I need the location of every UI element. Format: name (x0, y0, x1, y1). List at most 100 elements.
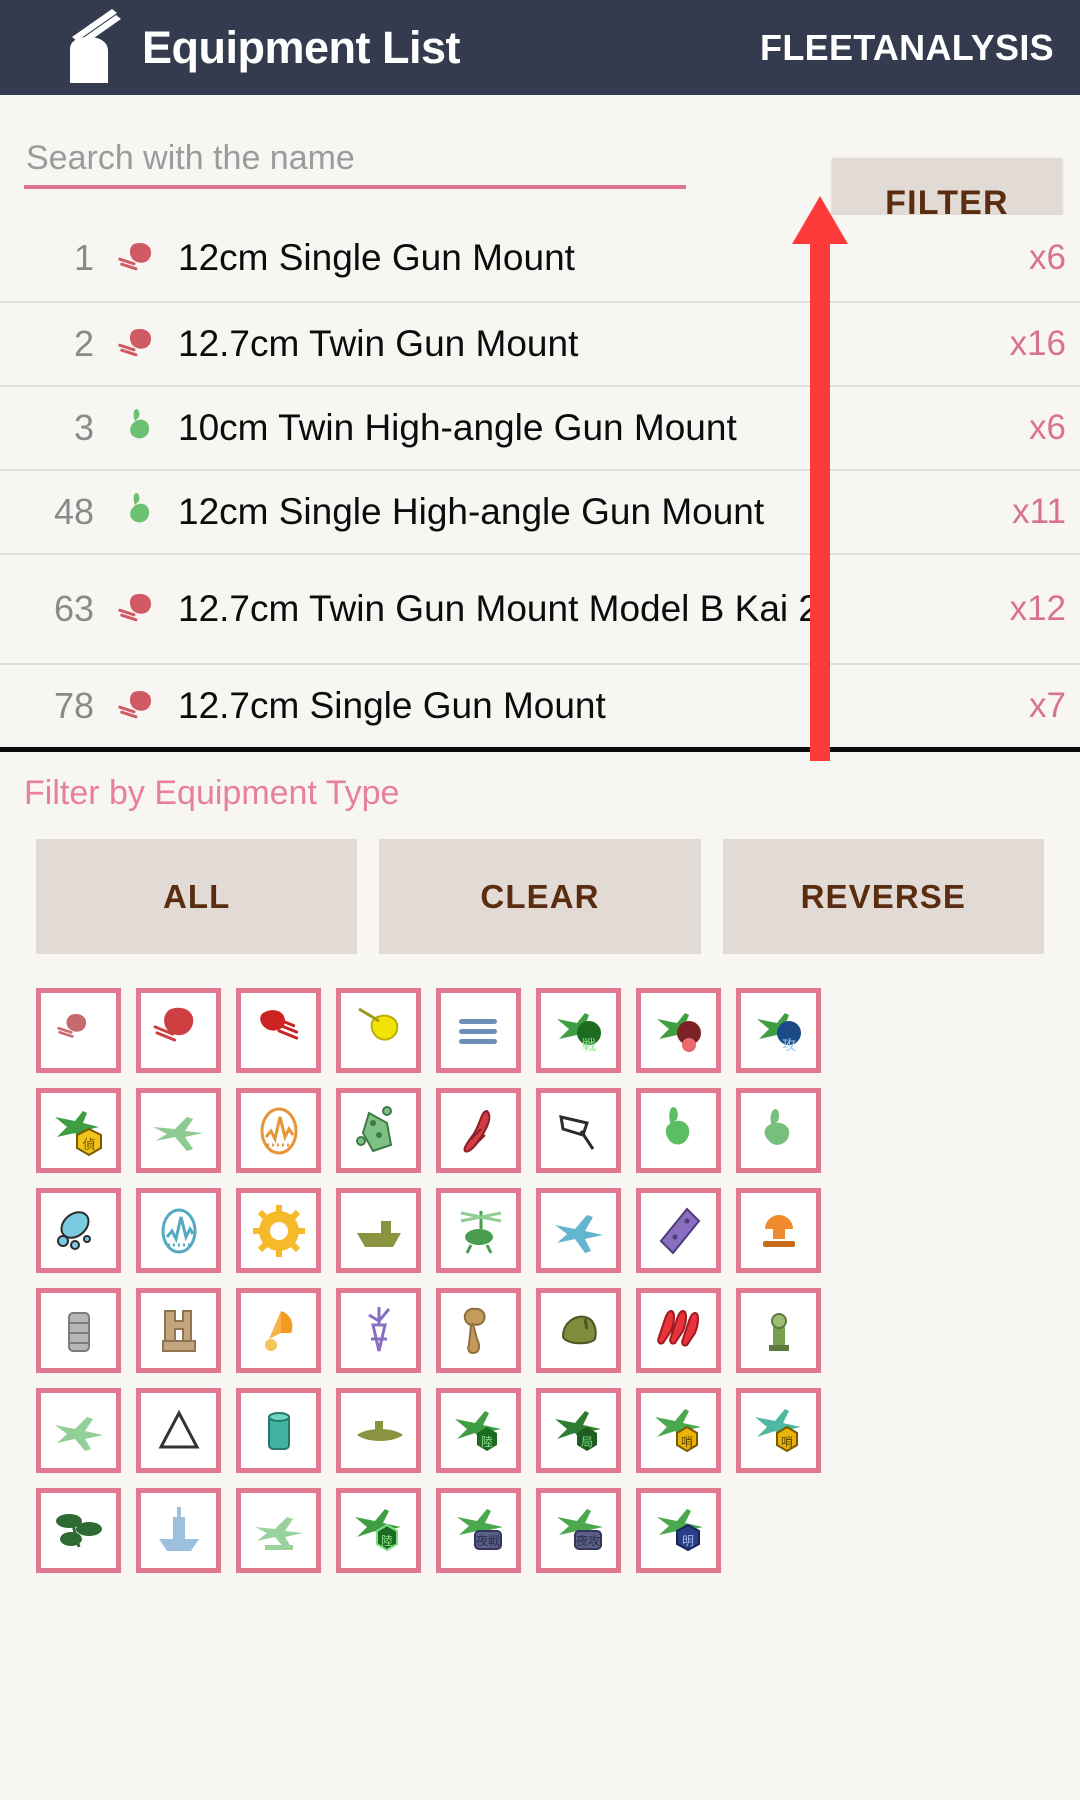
equipment-type-cell[interactable] (636, 1188, 721, 1273)
green-carrier-plane-badge-icon: 陸 (447, 1399, 511, 1463)
blue-carrier-torpedo-bomber-icon: 攻 (747, 999, 811, 1063)
red-small-gun-mount-icon (110, 324, 166, 364)
row-id: 48 (53, 491, 94, 532)
green-high-angle-gun-icon (110, 491, 166, 533)
equipment-list: 1 12cm Single Gun Mount x6 2 12.7cm Twin… (0, 215, 1080, 752)
olive-helmet-icon (547, 1299, 611, 1363)
equipment-type-cell[interactable]: 攻 (736, 988, 821, 1073)
equipment-type-cell[interactable]: 陸 (336, 1488, 421, 1573)
equipment-type-cell[interactable]: 局 (536, 1388, 621, 1473)
svg-text:夜攻: 夜攻 (575, 1533, 599, 1548)
orange-searchlight-icon (747, 1199, 811, 1263)
equipment-type-cell[interactable] (36, 1488, 121, 1573)
equipment-type-cell[interactable] (136, 988, 221, 1073)
equipment-type-cell[interactable] (636, 988, 721, 1073)
equipment-type-cell[interactable] (536, 1188, 621, 1273)
equipment-type-cell[interactable]: 哨 (736, 1388, 821, 1473)
table-row[interactable]: 3 10cm Twin High-angle Gun Mount x6 (0, 385, 1080, 469)
equipment-type-cell[interactable] (736, 1088, 821, 1173)
white-ration-icon (147, 1399, 211, 1463)
equipment-type-cell[interactable] (436, 1288, 521, 1373)
equipment-type-cell[interactable] (336, 1288, 421, 1373)
green-depth-charge-icon (347, 1099, 411, 1163)
table-row[interactable]: 2 12.7cm Twin Gun Mount x16 (0, 301, 1080, 385)
equipment-type-cell[interactable] (136, 1188, 221, 1273)
equipment-type-cell[interactable] (736, 1188, 821, 1273)
red-small-gun-mount-icon (110, 589, 166, 629)
olive-submarine-icon (347, 1399, 411, 1463)
select-all-types-button[interactable]: ALL (36, 839, 358, 954)
row-name: 12.7cm Twin Gun Mount Model B Kai 2 (178, 588, 819, 630)
green-high-angle-gun-dark-icon (747, 1099, 811, 1163)
equipment-type-cell[interactable] (136, 1288, 221, 1373)
equipment-type-cell[interactable] (236, 1288, 321, 1373)
svg-text:戦: 戦 (582, 1038, 596, 1054)
red-small-gun-mount-icon (110, 238, 166, 278)
svg-text:局: 局 (580, 1435, 592, 1449)
row-id: 1 (73, 237, 94, 278)
app-root: Equipment List FLEETANALYSIS FILTER 1 12… (0, 0, 1080, 1800)
equipment-type-cell[interactable]: 戦 (536, 988, 621, 1073)
blue-ammo-stack-icon (447, 999, 511, 1063)
cyan-radar-icon (147, 1199, 211, 1263)
equipment-type-cell[interactable] (36, 1388, 121, 1473)
row-count: x6 (1029, 238, 1066, 277)
green-high-angle-gun-icon (647, 1099, 711, 1163)
row-count: x11 (1012, 492, 1066, 531)
equipment-type-cell[interactable] (36, 988, 121, 1073)
equipment-type-cell[interactable]: 夜戦 (436, 1488, 521, 1573)
pale-green-float-plane-icon (247, 1499, 311, 1563)
dark-green-shrub-icon (47, 1499, 111, 1563)
clear-types-button[interactable]: CLEAR (379, 839, 701, 954)
search-input[interactable] (24, 131, 686, 189)
reverse-types-button[interactable]: REVERSE (722, 839, 1044, 954)
teal-carrier-plane-yellow-badge-icon: 哨 (747, 1399, 811, 1463)
purple-antenna-icon (347, 1299, 411, 1363)
red-carrier-dive-bomber-icon (647, 999, 711, 1063)
equipment-type-cell[interactable] (436, 988, 521, 1073)
equipment-type-cell[interactable] (336, 1388, 421, 1473)
table-row[interactable]: 78 12.7cm Single Gun Mount x7 (0, 663, 1080, 747)
svg-text:陸: 陸 (480, 1435, 492, 1449)
equipment-type-cell[interactable] (336, 988, 421, 1073)
white-anti-air-gun-icon (547, 1099, 611, 1163)
row-count: x7 (1029, 686, 1066, 725)
table-row[interactable]: 1 12cm Single Gun Mount x6 (0, 215, 1080, 301)
table-row[interactable]: 48 12cm Single High-angle Gun Mount x11 (0, 469, 1080, 553)
equipment-type-cell[interactable] (736, 1288, 821, 1373)
equipment-type-cell[interactable] (236, 1188, 321, 1273)
equipment-type-cell[interactable] (636, 1088, 721, 1173)
equipment-type-cell[interactable] (136, 1488, 221, 1573)
equipment-type-cell[interactable] (436, 1188, 521, 1273)
equipment-type-cell[interactable] (336, 1188, 421, 1273)
equipment-type-cell[interactable] (136, 1088, 221, 1173)
table-row[interactable]: 63 12.7cm Twin Gun Mount Model B Kai 2 x… (0, 553, 1080, 663)
equipment-type-cell[interactable] (536, 1088, 621, 1173)
equipment-type-cell[interactable] (236, 1488, 321, 1573)
equipment-type-cell[interactable] (36, 1188, 121, 1273)
cyan-sonar-icon (47, 1199, 111, 1263)
purple-armor-plate-icon (647, 1199, 711, 1263)
medium-caliber-main-gun-icon (147, 999, 211, 1063)
equipment-type-cell[interactable] (536, 1288, 621, 1373)
red-small-gun-mount-icon (110, 686, 166, 726)
yellow-secondary-gun-icon (347, 999, 411, 1063)
equipment-type-cell[interactable] (36, 1288, 121, 1373)
equipment-type-cell[interactable] (636, 1288, 721, 1373)
tan-repair-facility-icon (147, 1299, 211, 1363)
equipment-type-cell[interactable]: 偵 (36, 1088, 121, 1173)
equipment-type-cell[interactable]: 陸 (436, 1388, 521, 1473)
equipment-type-cell[interactable] (236, 988, 321, 1073)
row-id: 3 (73, 407, 94, 448)
equipment-type-cell[interactable] (236, 1088, 321, 1173)
svg-text:明: 明 (681, 1534, 693, 1548)
green-autogyro-icon (447, 1199, 511, 1263)
teal-supply-drum-icon (247, 1399, 311, 1463)
equipment-type-cell[interactable] (436, 1088, 521, 1173)
equipment-type-cell[interactable]: 哨 (636, 1388, 721, 1473)
equipment-type-cell[interactable]: 明 (636, 1488, 721, 1573)
equipment-type-cell[interactable]: 夜攻 (536, 1488, 621, 1573)
equipment-type-cell[interactable] (236, 1388, 321, 1473)
equipment-type-cell[interactable] (136, 1388, 221, 1473)
equipment-type-cell[interactable] (336, 1088, 421, 1173)
